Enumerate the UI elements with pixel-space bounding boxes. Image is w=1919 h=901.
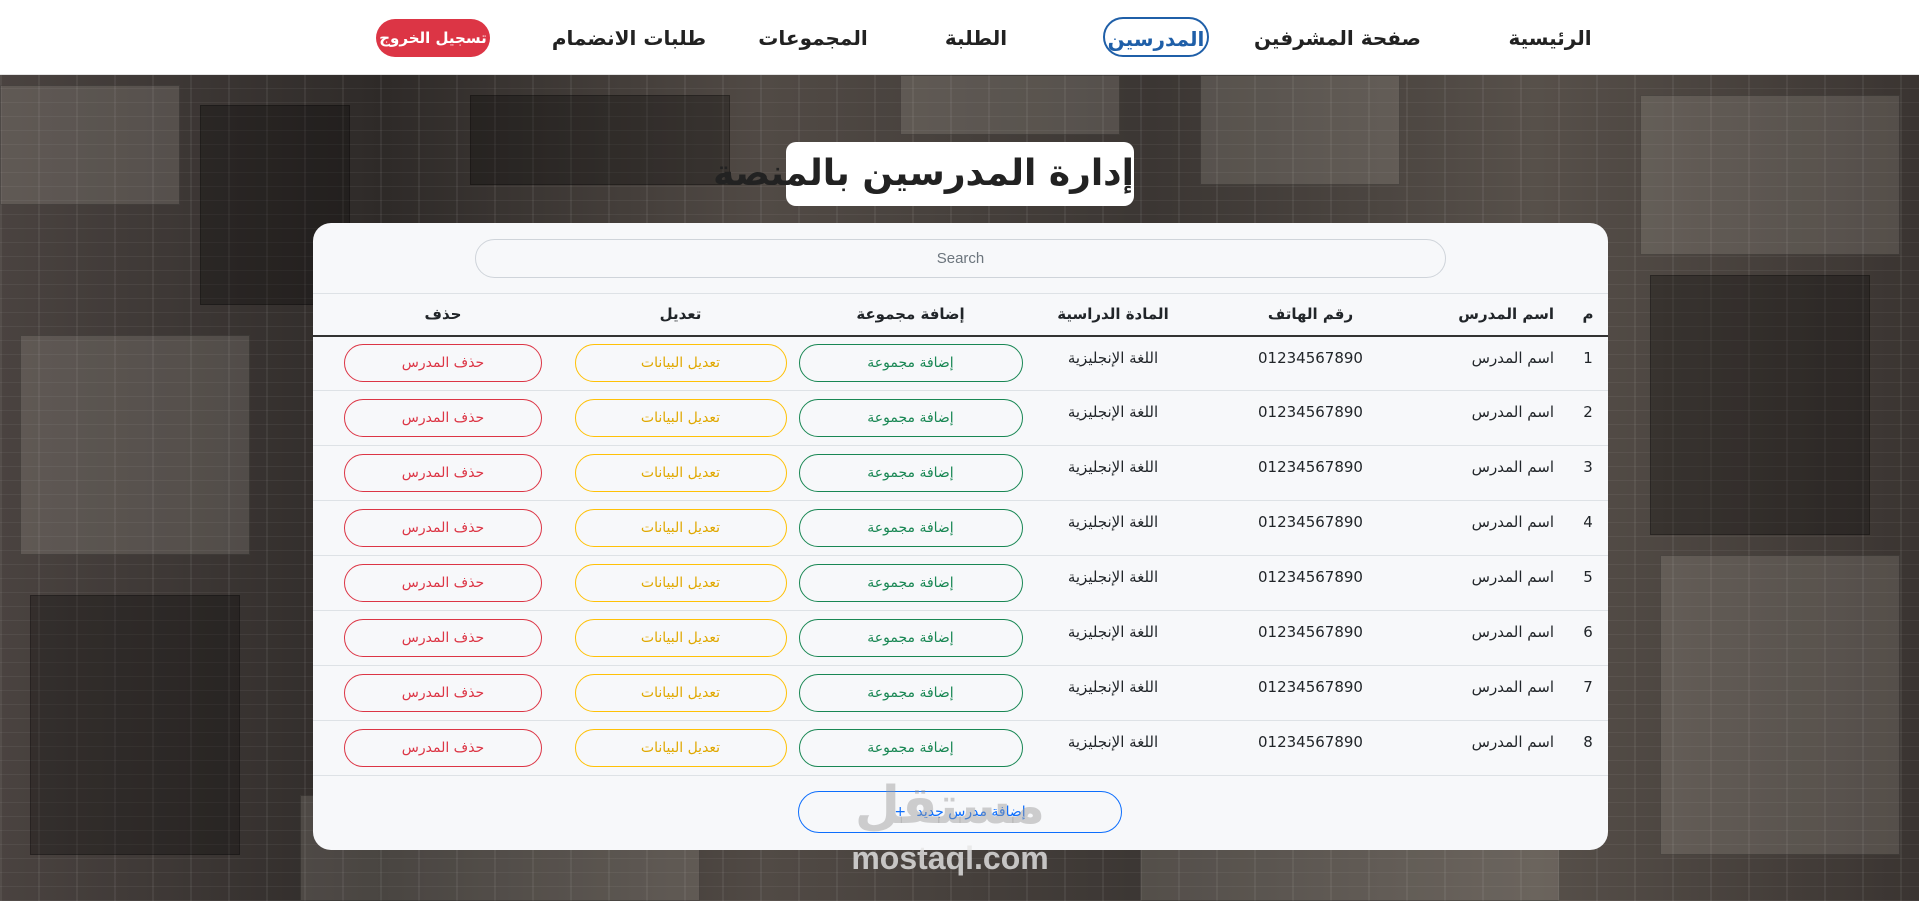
nav-item-teachers[interactable]: المدرسين (1103, 17, 1209, 57)
delete-teacher-button[interactable]: حذف المدرس (344, 344, 542, 383)
add-group-button[interactable]: إضافة مجموعة (798, 454, 1023, 492)
column-header-phone: رقم الهاتف (1193, 293, 1428, 337)
edit-data-button[interactable]: تعديل البيانات (574, 564, 787, 602)
teacher-phone: 01234567890 (1258, 403, 1363, 421)
edit-data-button[interactable]: تعديل البيانات (574, 619, 787, 657)
column-header-delete: حذف (313, 293, 573, 337)
teacher-subject: اللغة الإنجليزية (1033, 390, 1193, 446)
column-header-subject: المادة الدراسية (1033, 293, 1193, 337)
row-number: 4 (1568, 500, 1608, 556)
teacher-phone: 01234567890 (1258, 678, 1363, 696)
nav-item-groups[interactable]: المجموعات (753, 18, 873, 58)
teacher-phone: 01234567890 (1258, 348, 1363, 367)
edit-data-button[interactable]: تعديل البيانات (574, 674, 787, 712)
search-input[interactable] (475, 239, 1446, 278)
delete-teacher-button[interactable]: حذف المدرس (344, 674, 542, 712)
delete-teacher-button[interactable]: حذف المدرس (344, 399, 542, 437)
teacher-subject: اللغة الإنجليزية (1033, 335, 1193, 391)
row-number: 8 (1568, 720, 1608, 776)
teacher-subject: اللغة الإنجليزية (1033, 555, 1193, 611)
nav-item-join-requests[interactable]: طلبات الانضمام (549, 18, 709, 58)
edit-data-button[interactable]: تعديل البيانات (574, 399, 787, 437)
delete-teacher-button[interactable]: حذف المدرس (344, 454, 542, 492)
table-row: 8 اسم المدرس 01234567890 اللغة الإنجليزي… (313, 720, 1608, 776)
table-row: 7 اسم المدرس 01234567890 اللغة الإنجليزي… (313, 665, 1608, 721)
plus-icon: + (894, 804, 907, 820)
row-number: 2 (1568, 390, 1608, 446)
teacher-subject: اللغة الإنجليزية (1033, 720, 1193, 776)
edit-data-button[interactable]: تعديل البيانات (574, 454, 787, 492)
teacher-subject: اللغة الإنجليزية (1033, 445, 1193, 501)
table-row: 1 اسم المدرس 01234567890 اللغة الإنجليزي… (313, 335, 1608, 391)
edit-data-button[interactable]: تعديل البيانات (574, 509, 787, 547)
table-row: 3 اسم المدرس 01234567890 اللغة الإنجليزي… (313, 445, 1608, 501)
teacher-phone: 01234567890 (1258, 458, 1363, 476)
add-group-button[interactable]: إضافة مجموعة (798, 729, 1023, 767)
row-number: 7 (1568, 665, 1608, 721)
column-header-edit: تعديل (573, 293, 788, 337)
column-header-add-group: إضافة مجموعة (788, 293, 1033, 337)
page-title: إدارة المدرسين بالمنصة (713, 142, 1134, 206)
teacher-name: اسم المدرس (1428, 665, 1568, 721)
teacher-name: اسم المدرس (1428, 335, 1568, 391)
add-group-button[interactable]: إضافة مجموعة (798, 674, 1023, 712)
teacher-subject: اللغة الإنجليزية (1033, 610, 1193, 666)
row-number: 5 (1568, 555, 1608, 611)
nav-item-home[interactable]: الرئيسية (1495, 18, 1605, 58)
teacher-phone: 01234567890 (1258, 513, 1363, 531)
teachers-table: م اسم المدرس رقم الهاتف المادة الدراسية … (313, 293, 1608, 776)
delete-teacher-button[interactable]: حذف المدرس (344, 564, 542, 602)
row-number: 3 (1568, 445, 1608, 501)
row-number: 1 (1568, 335, 1608, 391)
add-group-button[interactable]: إضافة مجموعة (798, 399, 1023, 437)
table-row: 5 اسم المدرس 01234567890 اللغة الإنجليزي… (313, 555, 1608, 611)
teachers-card: م اسم المدرس رقم الهاتف المادة الدراسية … (313, 223, 1608, 850)
edit-data-button[interactable]: تعديل البيانات (574, 344, 787, 383)
teacher-phone: 01234567890 (1258, 733, 1363, 751)
add-teacher-label: إضافة مدرس جديد (916, 804, 1026, 820)
add-new-teacher-button[interactable]: إضافة مدرس جديد + (798, 791, 1122, 833)
delete-teacher-button[interactable]: حذف المدرس (344, 729, 542, 767)
teacher-name: اسم المدرس (1428, 610, 1568, 666)
logout-button[interactable]: تسجيل الخروج (376, 19, 490, 57)
column-header-number: م (1568, 293, 1608, 337)
teacher-phone: 01234567890 (1258, 623, 1363, 641)
table-row: 2 اسم المدرس 01234567890 اللغة الإنجليزي… (313, 390, 1608, 446)
add-group-button[interactable]: إضافة مجموعة (798, 619, 1023, 657)
delete-teacher-button[interactable]: حذف المدرس (344, 509, 542, 547)
nav-item-students[interactable]: الطلبة (931, 18, 1021, 58)
teacher-subject: اللغة الإنجليزية (1033, 665, 1193, 721)
table-header-row: م اسم المدرس رقم الهاتف المادة الدراسية … (313, 293, 1608, 337)
add-group-button[interactable]: إضافة مجموعة (798, 564, 1023, 602)
teacher-name: اسم المدرس (1428, 445, 1568, 501)
table-row: 4 اسم المدرس 01234567890 اللغة الإنجليزي… (313, 500, 1608, 556)
add-group-button[interactable]: إضافة مجموعة (798, 344, 1023, 383)
teacher-subject: اللغة الإنجليزية (1033, 500, 1193, 556)
column-header-teacher-name: اسم المدرس (1428, 293, 1568, 337)
top-navbar: الرئيسية صفحة المشرفين المدرسين الطلبة ا… (0, 0, 1919, 75)
teacher-name: اسم المدرس (1428, 500, 1568, 556)
edit-data-button[interactable]: تعديل البيانات (574, 729, 787, 767)
teacher-name: اسم المدرس (1428, 720, 1568, 776)
table-row: 6 اسم المدرس 01234567890 اللغة الإنجليزي… (313, 610, 1608, 666)
nav-item-supervisors[interactable]: صفحة المشرفين (1254, 18, 1421, 58)
add-group-button[interactable]: إضافة مجموعة (798, 509, 1023, 547)
delete-teacher-button[interactable]: حذف المدرس (344, 619, 542, 657)
teacher-name: اسم المدرس (1428, 390, 1568, 446)
row-number: 6 (1568, 610, 1608, 666)
teacher-phone: 01234567890 (1258, 568, 1363, 586)
teacher-name: اسم المدرس (1428, 555, 1568, 611)
